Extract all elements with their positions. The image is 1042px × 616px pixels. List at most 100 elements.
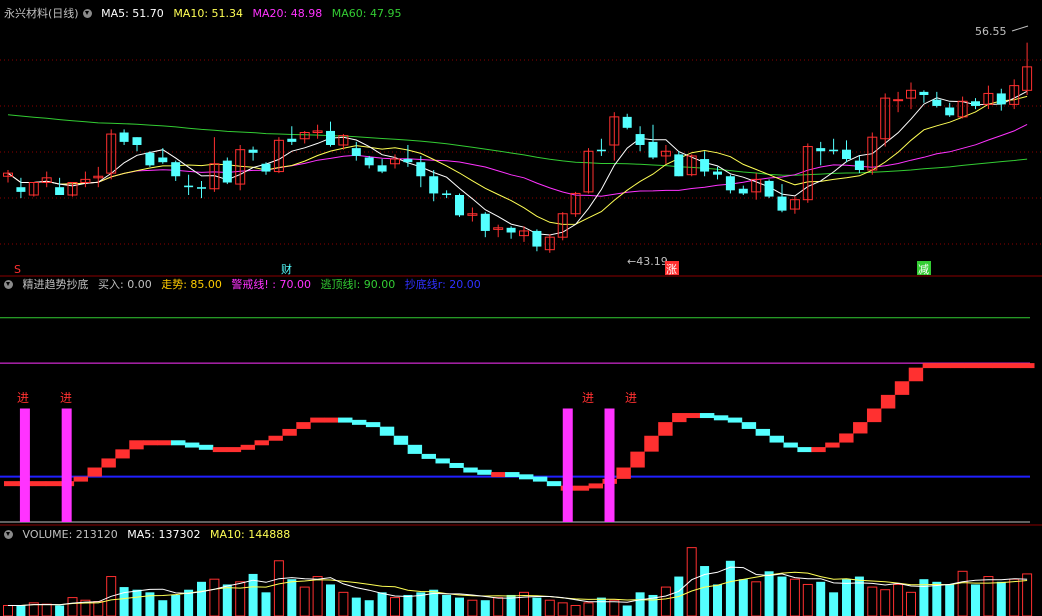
candle-down bbox=[700, 159, 710, 172]
candle-down bbox=[287, 138, 297, 142]
volume-bar-up bbox=[390, 597, 400, 616]
buy-label-2: 进 bbox=[60, 391, 72, 405]
volume-bar-down bbox=[777, 576, 787, 616]
volume-bar-down bbox=[829, 592, 839, 616]
trend-block bbox=[310, 417, 325, 423]
candle-down bbox=[364, 157, 374, 166]
candle-down bbox=[377, 165, 387, 172]
trend-block bbox=[978, 363, 993, 369]
stock-chart[interactable]: 56.55 ←43.19 S 财 涨 减 进 进 进 进 bbox=[0, 0, 1042, 616]
candle-down bbox=[119, 132, 129, 142]
candle-down bbox=[222, 160, 232, 183]
volume-bar-up bbox=[1009, 578, 1020, 616]
volume-bar-up bbox=[570, 604, 581, 616]
trend-block bbox=[324, 417, 339, 423]
candle-down bbox=[442, 193, 452, 195]
candle-down bbox=[532, 230, 542, 247]
trend-block bbox=[783, 442, 798, 448]
trend-block bbox=[268, 435, 283, 441]
volume-bar-down bbox=[403, 594, 413, 616]
volume-bar-up bbox=[557, 602, 568, 616]
candle-down bbox=[145, 152, 155, 166]
trend-block bbox=[212, 447, 228, 453]
volume-bar-down bbox=[442, 594, 452, 616]
candle-down bbox=[261, 163, 271, 172]
volume-bar-down bbox=[197, 581, 206, 616]
volume-bar-down bbox=[261, 592, 271, 616]
candle-down bbox=[622, 116, 632, 128]
volume-bar-up bbox=[802, 583, 813, 616]
volume-bar-up bbox=[93, 601, 104, 616]
trend-block bbox=[45, 481, 61, 487]
candle-down bbox=[996, 93, 1006, 105]
trend-block bbox=[379, 426, 395, 436]
candle-down bbox=[55, 187, 65, 195]
trend-block bbox=[741, 422, 757, 429]
trend-block bbox=[964, 363, 979, 369]
candle-down bbox=[132, 137, 142, 145]
trend-block bbox=[87, 467, 102, 477]
trend-block bbox=[351, 419, 367, 425]
volume-bar-down bbox=[171, 594, 181, 616]
candlestick-panel bbox=[3, 25, 1033, 253]
candle-down bbox=[184, 185, 194, 188]
volume-bar-up bbox=[789, 578, 800, 616]
trend-block bbox=[31, 481, 47, 487]
candle-down bbox=[16, 187, 26, 192]
volume-bar-down bbox=[55, 605, 65, 616]
trend-block bbox=[477, 469, 492, 475]
volume-bar-up bbox=[41, 603, 52, 616]
candle-down bbox=[455, 195, 464, 216]
marker-cai[interactable]: 财 bbox=[281, 262, 292, 276]
volume-bar-down bbox=[16, 605, 26, 616]
candle-down bbox=[713, 171, 722, 175]
trend-block bbox=[992, 363, 1007, 369]
trend-block bbox=[630, 451, 645, 468]
buy-signal-bar bbox=[19, 408, 30, 522]
high-pointer bbox=[1011, 25, 1029, 32]
marker-s[interactable]: S bbox=[14, 263, 21, 276]
trend-block bbox=[727, 417, 743, 423]
trend-block bbox=[254, 440, 269, 446]
trend-block bbox=[435, 458, 450, 464]
marker-jian[interactable]: 减 bbox=[918, 263, 929, 276]
candle-down bbox=[816, 148, 826, 152]
candle-down bbox=[248, 149, 258, 153]
trend-block bbox=[1020, 363, 1035, 369]
trend-block bbox=[769, 435, 784, 443]
marker-zhang[interactable]: 涨 bbox=[666, 263, 677, 276]
candle-down bbox=[416, 162, 426, 177]
volume-bar-down bbox=[816, 581, 826, 616]
trend-block bbox=[616, 467, 631, 479]
volume-bar-up bbox=[67, 597, 78, 616]
volume-bar-down bbox=[725, 560, 735, 616]
trend-block bbox=[519, 474, 534, 480]
volume-bar-up bbox=[880, 589, 891, 616]
volume-bar-up bbox=[209, 578, 220, 616]
candle-down bbox=[158, 157, 168, 163]
volume-bar-down bbox=[287, 579, 297, 616]
volume-bar-down bbox=[480, 600, 490, 616]
trend-block bbox=[894, 381, 910, 395]
chart-annotations: 56.55 ←43.19 S 财 涨 减 进 进 进 进 bbox=[14, 25, 1007, 405]
trend-block bbox=[686, 413, 701, 419]
trend-block bbox=[1006, 363, 1021, 369]
trend-block bbox=[407, 444, 423, 454]
candle-down bbox=[932, 99, 942, 106]
trend-block bbox=[4, 481, 19, 487]
trend-block bbox=[101, 458, 116, 468]
volume-bar-up bbox=[867, 586, 878, 616]
volume-ma5-line bbox=[8, 566, 1028, 606]
volume-bar-up bbox=[1022, 573, 1033, 616]
candle-down bbox=[429, 176, 439, 194]
candle-down bbox=[919, 91, 929, 95]
trend-block bbox=[393, 435, 409, 445]
candle-down bbox=[738, 188, 748, 194]
trend-block bbox=[699, 413, 715, 419]
volume-bar-down bbox=[842, 579, 851, 616]
candle-up bbox=[893, 99, 904, 102]
buy-signal-bar bbox=[562, 408, 573, 522]
volume-bar-down bbox=[932, 581, 942, 616]
volume-bar-up bbox=[906, 591, 916, 616]
trend-block bbox=[950, 363, 965, 369]
